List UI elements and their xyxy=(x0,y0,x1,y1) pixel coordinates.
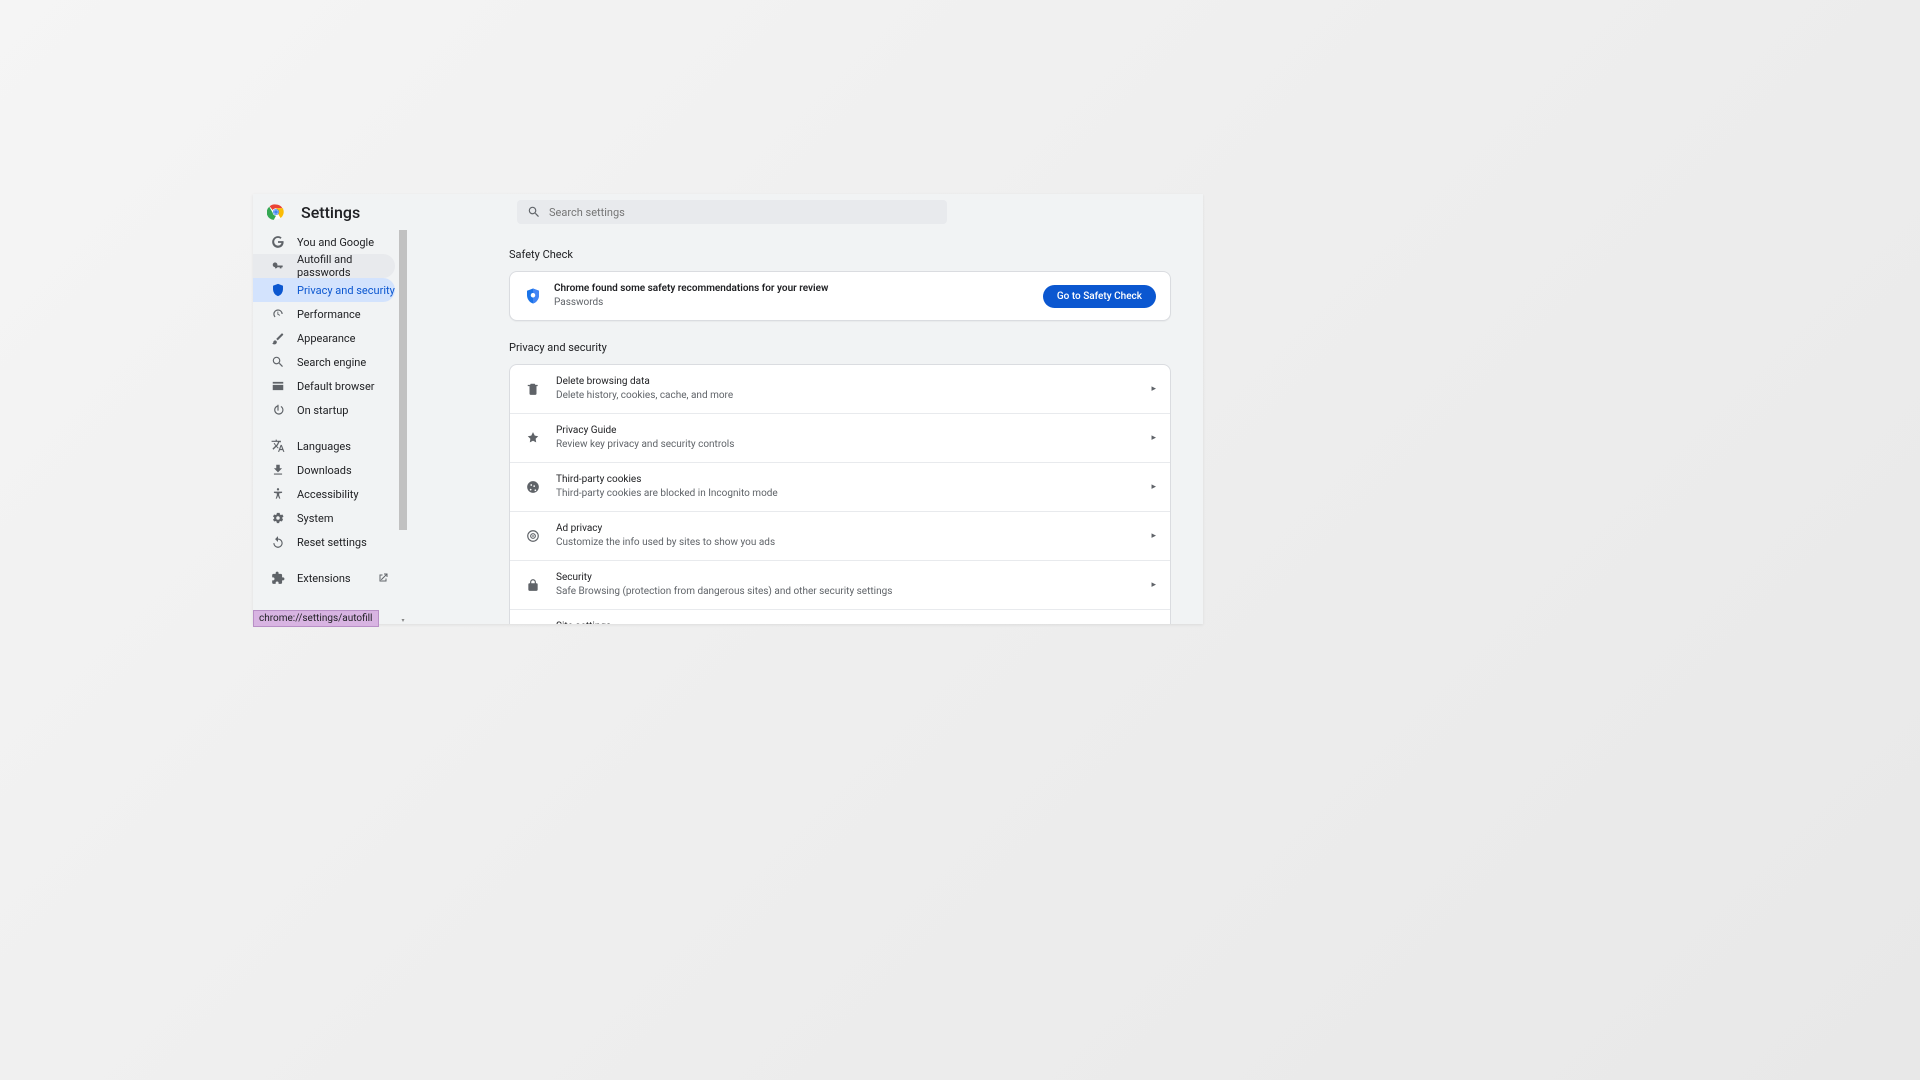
sidebar-item-label: Appearance xyxy=(297,332,356,345)
ext-icon xyxy=(271,571,285,585)
row-privacy-guide[interactable]: Privacy GuideReview key privacy and secu… xyxy=(510,414,1170,463)
open-external-icon xyxy=(377,572,389,584)
sidebar-item-on-startup[interactable]: On startup xyxy=(253,398,395,422)
chevron-right-icon: ▸ xyxy=(1151,531,1156,541)
chevron-right-icon: ▸ xyxy=(1151,384,1156,394)
sidebar-item-label: Accessibility xyxy=(297,488,359,501)
privacy-security-card: Delete browsing dataDelete history, cook… xyxy=(509,364,1171,624)
row-title: Third-party cookies xyxy=(556,473,1151,487)
key-icon xyxy=(271,259,285,273)
sidebar-item-accessibility[interactable]: Accessibility xyxy=(253,482,395,506)
search-settings[interactable] xyxy=(517,200,947,224)
sidebar-item-system[interactable]: System xyxy=(253,506,395,530)
row-subtitle: Review key privacy and security controls xyxy=(556,438,1151,452)
sidebar-item-label: On startup xyxy=(297,404,348,417)
sidebar-item-default-browser[interactable]: Default browser xyxy=(253,374,395,398)
sidebar-item-downloads[interactable]: Downloads xyxy=(253,458,395,482)
safety-shield-icon xyxy=(524,287,542,305)
row-third-party-cookies[interactable]: Third-party cookiesThird-party cookies a… xyxy=(510,463,1170,512)
speed-icon xyxy=(271,307,285,321)
sidebar-item-label: Privacy and security xyxy=(297,284,395,297)
guide-icon xyxy=(524,429,542,447)
row-ad-privacy[interactable]: Ad privacyCustomize the info used by sit… xyxy=(510,512,1170,561)
chrome-logo-icon xyxy=(267,203,285,221)
status-bar-url: chrome://settings/autofill xyxy=(253,610,379,627)
sidebar-item-appearance[interactable]: Appearance xyxy=(253,326,395,350)
go-to-safety-check-button[interactable]: Go to Safety Check xyxy=(1043,285,1156,308)
trash-icon xyxy=(524,380,542,398)
row-delete-browsing-data[interactable]: Delete browsing dataDelete history, cook… xyxy=(510,365,1170,414)
row-subtitle: Delete history, cookies, cache, and more xyxy=(556,389,1151,403)
settings-window: Settings ▴ ▾ You and GoogleAutofill and … xyxy=(253,194,1203,624)
sidebar: You and Google Autofill and passwords Priv… xyxy=(253,230,399,624)
shield-icon xyxy=(271,283,285,297)
sidebar-item-search-engine[interactable]: Search engine xyxy=(253,350,395,374)
system-icon xyxy=(271,511,285,525)
reset-icon xyxy=(271,535,285,549)
row-subtitle: Third-party cookies are blocked in Incog… xyxy=(556,487,1151,501)
sidebar-item-label: Extensions xyxy=(297,572,351,585)
browser-icon xyxy=(271,379,285,393)
safety-subtitle: Passwords xyxy=(554,296,1043,310)
sidebar-item-label: You and Google xyxy=(297,236,374,249)
sidebar-item-label: Languages xyxy=(297,440,351,453)
sidebar-item-label: Downloads xyxy=(297,464,352,477)
sidebar-item-label: System xyxy=(297,512,334,525)
header: Settings xyxy=(253,194,1203,230)
download-icon xyxy=(271,463,285,477)
row-title: Ad privacy xyxy=(556,522,1151,536)
chevron-right-icon: ▸ xyxy=(1151,482,1156,492)
cookie-icon xyxy=(524,478,542,496)
sidebar-item-label: Default browser xyxy=(297,380,375,393)
ads-icon xyxy=(524,527,542,545)
sidebar-item-label: Reset settings xyxy=(297,536,367,549)
chevron-right-icon: ▸ xyxy=(1151,580,1156,590)
power-icon xyxy=(271,403,285,417)
sidebar-item-label: Performance xyxy=(297,308,361,321)
search-icon xyxy=(271,355,285,369)
safety-title: Chrome found some safety recommendations… xyxy=(554,282,1043,296)
sidebar-item-reset-settings[interactable]: Reset settings xyxy=(253,530,395,554)
row-site-settings[interactable]: Site settingsControls what information s… xyxy=(510,610,1170,624)
row-security[interactable]: SecuritySafe Browsing (protection from d… xyxy=(510,561,1170,610)
row-title: Site settings xyxy=(556,620,1151,624)
sidebar-item-extensions[interactable]: Extensions xyxy=(253,566,395,590)
sidebar-item-label: Autofill and passwords xyxy=(297,253,395,279)
sidebar-item-languages[interactable]: Languages xyxy=(253,434,395,458)
privacy-security-heading: Privacy and security xyxy=(509,341,1171,354)
row-subtitle: Safe Browsing (protection from dangerous… xyxy=(556,585,1151,599)
sidebar-item-privacy-and-security[interactable]: Privacy and security xyxy=(253,278,395,302)
sidebar-item-performance[interactable]: Performance xyxy=(253,302,395,326)
sidebar-item-autofill-and-passwords[interactable]: Autofill and passwords xyxy=(253,254,395,278)
search-input[interactable] xyxy=(549,206,937,219)
access-icon xyxy=(271,487,285,501)
sidebar-item-label: Search engine xyxy=(297,356,366,369)
search-icon xyxy=(527,205,541,219)
brush-icon xyxy=(271,331,285,345)
google-icon xyxy=(271,235,285,249)
row-title: Delete browsing data xyxy=(556,375,1151,389)
main-content: Safety Check Chrome found some safety re… xyxy=(399,230,1203,624)
row-subtitle: Customize the info used by sites to show… xyxy=(556,536,1151,550)
row-title: Privacy Guide xyxy=(556,424,1151,438)
row-title: Security xyxy=(556,571,1151,585)
safety-check-card: Chrome found some safety recommendations… xyxy=(509,271,1171,321)
sidebar-item-you-and-google[interactable]: You and Google xyxy=(253,230,395,254)
lock-icon xyxy=(524,576,542,594)
page-title: Settings xyxy=(301,203,360,222)
safety-check-heading: Safety Check xyxy=(509,248,1171,261)
chevron-right-icon: ▸ xyxy=(1151,433,1156,443)
lang-icon xyxy=(271,439,285,453)
